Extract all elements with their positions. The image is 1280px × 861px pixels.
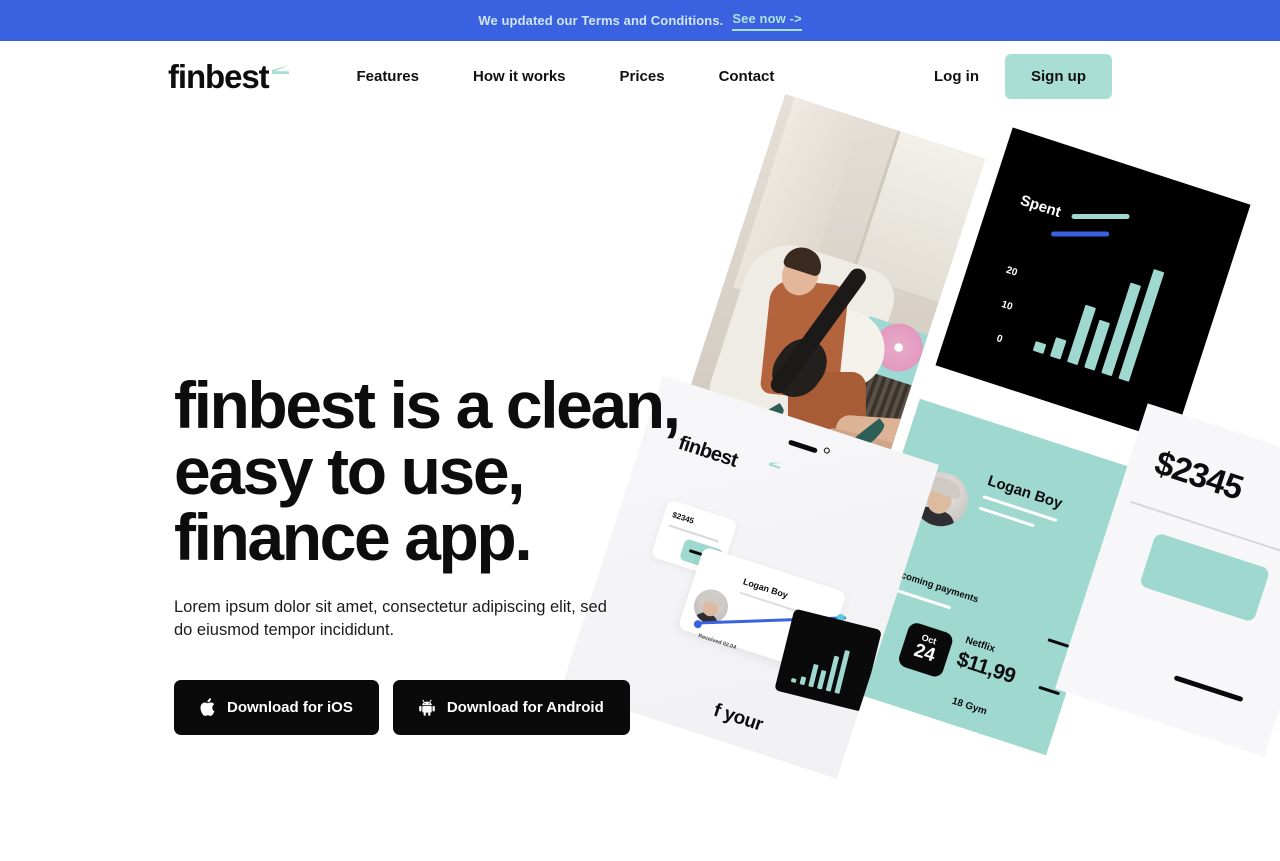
nav-link-contact[interactable]: Contact xyxy=(719,58,775,95)
main-navbar: finbest Features How it works Prices Con… xyxy=(0,41,1280,112)
announcement-text: We updated our Terms and Conditions. xyxy=(478,13,724,28)
camera-dot-icon xyxy=(823,446,831,455)
nav-link-prices[interactable]: Prices xyxy=(620,58,665,95)
y-axis-tick-20: 20 xyxy=(1004,264,1019,279)
nav-links: Features How it works Prices Contact xyxy=(356,58,828,95)
payment-amount: $11,99 xyxy=(953,647,1019,689)
hero-section: finbest is a clean, easy to use, finance… xyxy=(0,94,1280,861)
hero-copy: finbest is a clean, easy to use, finance… xyxy=(174,372,694,735)
chart-legend-mint xyxy=(1071,213,1130,219)
angle-accent-icon xyxy=(272,64,290,85)
mini-bar-series xyxy=(790,639,850,694)
download-android-button[interactable]: Download for Android xyxy=(392,679,630,735)
mini-chart-bar xyxy=(790,678,797,684)
headline-line-1: finbest is a clean, xyxy=(174,368,681,442)
y-axis-tick-0: 0 xyxy=(995,333,1004,346)
profile-name: Logan Boy xyxy=(985,472,1065,513)
dash-mark xyxy=(1047,638,1070,648)
nav-actions: Log in Sign up xyxy=(920,54,1112,99)
chart-bar xyxy=(1049,337,1067,360)
spent-chart-title: Spent xyxy=(1018,191,1063,221)
mini-profile-name: Logan Boy xyxy=(741,576,790,601)
mini-foot-text: f your xyxy=(710,699,766,736)
download-ios-label: Download for iOS xyxy=(227,698,353,716)
angle-accent-icon xyxy=(766,457,784,478)
signup-button[interactable]: Sign up xyxy=(1005,54,1112,99)
login-link[interactable]: Log in xyxy=(920,58,993,95)
headline-line-3: finance app. xyxy=(174,500,533,574)
hero-collage: Spent 20 10 0 Logan Boy Upcoming payment… xyxy=(561,82,1280,861)
spent-chart-card: Spent 20 10 0 xyxy=(935,127,1251,443)
logo[interactable]: finbest xyxy=(168,60,290,93)
hero-cta-row: Download for iOS Download for Android xyxy=(174,679,694,735)
balance-action-block xyxy=(1139,532,1271,703)
chart-legend-blue xyxy=(1051,231,1110,237)
payment-day: 24 xyxy=(911,639,938,667)
spent-bar-series xyxy=(1032,241,1165,382)
hero-subhead: Lorem ipsum dolor sit amet, consectetur … xyxy=(174,598,607,640)
nav-link-features[interactable]: Features xyxy=(356,58,419,95)
logo-text: finbest xyxy=(168,58,270,95)
mini-tag-received: Received 02.04 xyxy=(697,633,737,651)
mini-chart-bar xyxy=(799,676,807,686)
announcement-banner: We updated our Terms and Conditions. See… xyxy=(0,0,1280,41)
page-title: finbest is a clean, easy to use, finance… xyxy=(174,372,694,570)
download-android-label: Download for Android xyxy=(446,698,604,716)
nav-link-how-it-works[interactable]: How it works xyxy=(473,58,566,95)
apple-icon xyxy=(200,698,215,717)
payment-date-chip: Oct 24 xyxy=(896,620,955,679)
balance-amount: $2345 xyxy=(1150,443,1248,508)
payment-merchant-2: 18 Gym xyxy=(950,695,989,718)
android-icon xyxy=(419,699,435,716)
headline-line-2: easy to use, xyxy=(174,434,525,508)
download-ios-button[interactable]: Download for iOS xyxy=(174,679,379,735)
mini-chart-bar xyxy=(816,669,827,690)
notch xyxy=(787,439,818,454)
chart-bar xyxy=(1032,341,1047,355)
announcement-see-now-link[interactable]: See now -> xyxy=(732,11,802,31)
y-axis-tick-10: 10 xyxy=(999,298,1014,313)
